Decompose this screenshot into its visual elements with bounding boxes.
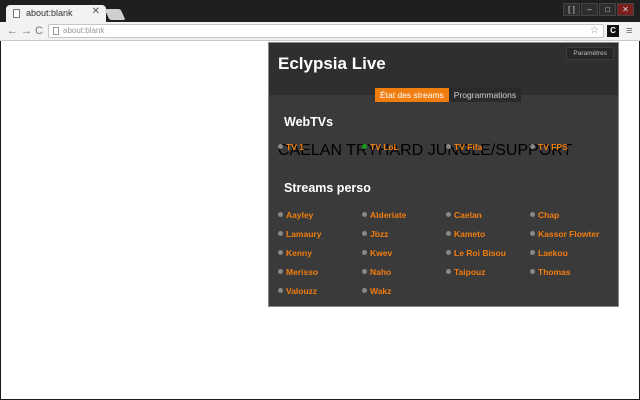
- status-dot: [530, 269, 535, 274]
- tab-title: about:blank: [26, 8, 73, 18]
- tab-schedule[interactable]: Programmations: [448, 88, 522, 102]
- streams-perso-title: Streams perso: [284, 181, 371, 195]
- status-dot: [362, 269, 367, 274]
- webtv-name[interactable]: TV Fifa: [454, 142, 482, 152]
- close-window-button[interactable]: ✕: [617, 3, 634, 16]
- stream-name[interactable]: Merisso: [286, 267, 318, 277]
- reload-icon[interactable]: C: [35, 24, 43, 38]
- extension-icon[interactable]: C: [607, 25, 619, 37]
- status-dot: [362, 212, 367, 217]
- maximize-button[interactable]: □: [599, 3, 616, 16]
- stream-name[interactable]: Wakz: [370, 286, 391, 296]
- stream-name[interactable]: Valouzz: [286, 286, 317, 296]
- minimize-button[interactable]: –: [581, 3, 598, 16]
- status-dot: [278, 288, 283, 293]
- menu-icon[interactable]: ≡: [626, 24, 632, 38]
- popup-tabs: État des streams Programmations: [375, 88, 522, 102]
- stream-name[interactable]: Kassor Flowter: [538, 229, 599, 239]
- stream-name[interactable]: Jbzz: [370, 229, 388, 239]
- status-dot: [278, 144, 283, 149]
- tab-strip: about:blank ✕ [ ] – □ ✕: [0, 0, 640, 22]
- status-dot: [530, 250, 535, 255]
- back-arrow-icon[interactable]: ←: [7, 24, 18, 38]
- settings-button[interactable]: Paramètres: [566, 47, 614, 60]
- stream-name[interactable]: Taipouz: [454, 267, 485, 277]
- stream-name[interactable]: Aayley: [286, 210, 313, 220]
- popup-title: Eclypsia Live: [278, 54, 386, 73]
- streams-list: Aayley Alderiate Caelan Chap Lamaury Jbzz Kame…: [278, 210, 618, 300]
- status-dot: [362, 250, 367, 255]
- stream-name[interactable]: Caelan: [454, 210, 482, 220]
- url-text[interactable]: about:blank: [63, 26, 104, 35]
- webtvs-list: TV 1 TV LoL TV Fifa TV FPS CAELAN TRYHAR…: [278, 142, 618, 172]
- window-controls: [ ] – □ ✕: [563, 3, 634, 16]
- webtv-name[interactable]: TV 1: [286, 142, 304, 152]
- forward-arrow-icon[interactable]: →: [21, 24, 32, 38]
- live-status-dot: [362, 144, 367, 149]
- stream-name[interactable]: Laekou: [538, 248, 568, 258]
- status-dot: [362, 288, 367, 293]
- status-dot: [530, 212, 535, 217]
- status-dot: [530, 144, 535, 149]
- address-bar[interactable]: about:blank ☆: [48, 24, 604, 38]
- status-dot: [446, 231, 451, 236]
- status-dot: [278, 231, 283, 236]
- browser-tab[interactable]: about:blank ✕: [6, 5, 106, 22]
- stream-name[interactable]: Naho: [370, 267, 391, 277]
- new-tab-button[interactable]: [104, 9, 126, 20]
- status-dot: [278, 269, 283, 274]
- webtv-name[interactable]: TV LoL: [370, 142, 399, 152]
- status-dot: [278, 212, 283, 217]
- status-dot: [446, 269, 451, 274]
- webtv-name[interactable]: TV FPS: [538, 142, 568, 152]
- close-icon[interactable]: ✕: [92, 6, 100, 17]
- status-dot: [446, 212, 451, 217]
- status-dot: [446, 250, 451, 255]
- restore-button[interactable]: [ ]: [563, 3, 580, 16]
- status-dot: [362, 231, 367, 236]
- webtvs-title: WebTVs: [284, 115, 334, 129]
- stream-name[interactable]: Lamaury: [286, 229, 321, 239]
- stream-name[interactable]: Kenny: [286, 248, 312, 258]
- stream-name[interactable]: Chap: [538, 210, 559, 220]
- bookmark-star-icon[interactable]: ☆: [590, 25, 599, 36]
- document-icon: [13, 9, 20, 18]
- stream-name[interactable]: Le Roi Bisou: [454, 248, 506, 258]
- status-dot: [530, 231, 535, 236]
- status-dot: [446, 144, 451, 149]
- page-icon: [53, 27, 59, 35]
- stream-name[interactable]: Alderiate: [370, 210, 406, 220]
- extension-popup: Eclypsia Live Paramètres État des stream…: [268, 42, 619, 307]
- browser-toolbar: ← → C about:blank ☆ C ≡: [0, 22, 640, 41]
- tab-stream-status[interactable]: État des streams: [375, 88, 449, 102]
- stream-name[interactable]: Kameto: [454, 229, 485, 239]
- stream-name[interactable]: Kwev: [370, 248, 392, 258]
- stream-name[interactable]: Thomas: [538, 267, 571, 277]
- status-dot: [278, 250, 283, 255]
